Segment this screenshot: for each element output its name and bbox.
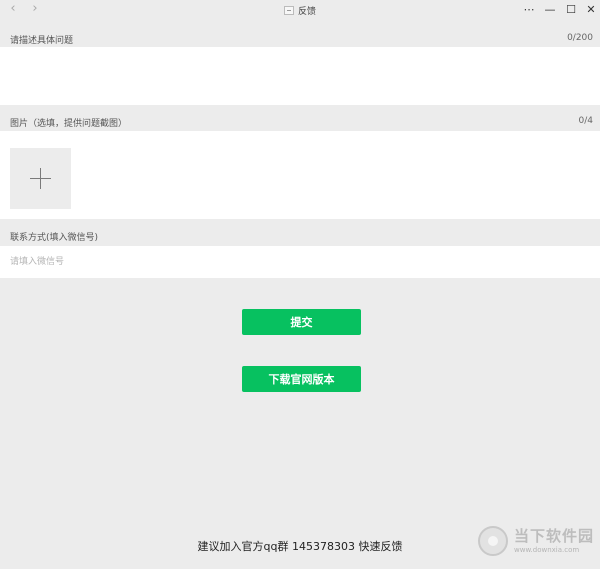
watermark-name: 当下软件园 bbox=[514, 527, 595, 545]
images-panel bbox=[0, 131, 600, 219]
watermark: 当下软件园 www.downxia.com bbox=[478, 521, 598, 561]
more-options-icon[interactable]: ⋯ bbox=[518, 1, 540, 17]
title-bar: ‹ › 反馈 ⋯ — ☐ ✕ bbox=[0, 0, 600, 20]
window-title: 反馈 bbox=[297, 6, 316, 17]
description-textarea[interactable] bbox=[0, 47, 600, 105]
watermark-url: www.downxia.com bbox=[514, 546, 580, 554]
description-label: 请描述具体问题 bbox=[10, 36, 74, 46]
watermark-logo-icon bbox=[478, 526, 508, 556]
maximize-icon[interactable]: ☐ bbox=[560, 1, 582, 17]
submit-button[interactable]: 提交 bbox=[242, 309, 361, 335]
close-icon[interactable]: ✕ bbox=[580, 1, 600, 17]
description-counter: 0/200 bbox=[567, 33, 593, 43]
minimize-icon[interactable]: — bbox=[539, 1, 561, 17]
contact-input[interactable] bbox=[0, 246, 600, 278]
app-icon bbox=[283, 5, 294, 15]
contact-label: 联系方式(填入微信号) bbox=[10, 233, 99, 243]
add-image-button[interactable] bbox=[10, 148, 71, 209]
window-title-wrap: 反馈 bbox=[0, 3, 600, 17]
images-counter: 0/4 bbox=[578, 116, 593, 126]
download-official-button[interactable]: 下载官网版本 bbox=[242, 366, 361, 392]
images-label: 图片（选填，提供问题截图） bbox=[10, 119, 128, 129]
